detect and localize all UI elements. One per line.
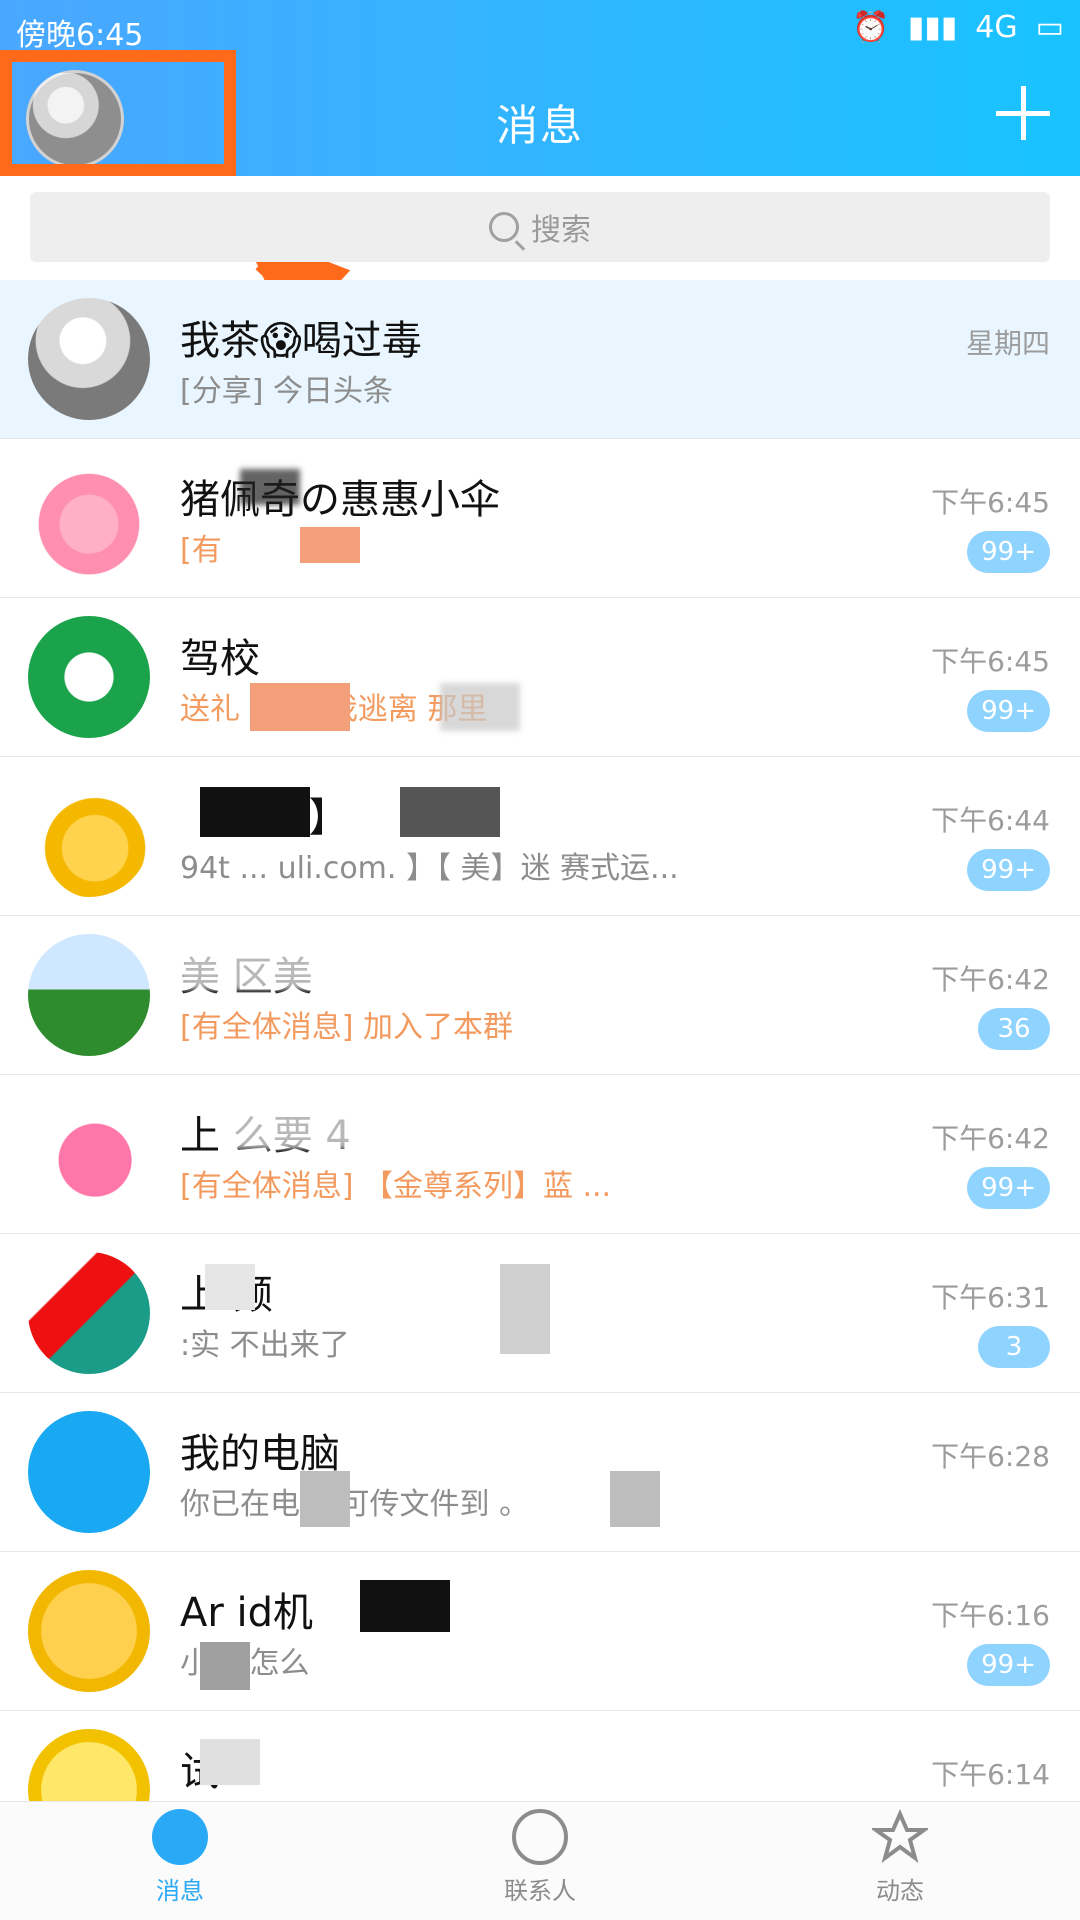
privacy-mosaic [360,1580,450,1632]
chat-time: 下午6:45 [931,645,1050,678]
chat-time: 下午6:42 [931,1122,1050,1155]
chat-name: 驾校 [180,636,260,682]
chat-row[interactable]: Ar id机 小 由怎么 下午6:16 99+ [0,1552,1080,1711]
chat-preview: 94t ... uli.com. 】【 美】迷 赛式运... [180,851,679,886]
chat-row[interactable]: 【淘 ③】 94t ... uli.com. 】【 美】迷 赛式运... 下午6… [0,757,1080,916]
privacy-mosaic [440,683,520,731]
tab-label: 动态 [876,1877,924,1905]
chat-row[interactable]: 我的电脑 你已在电 ，可传文件到 。 下午6:28 [0,1393,1080,1552]
chat-avatar [28,775,150,897]
chat-time: 星期四 [965,327,1050,360]
tab-feed[interactable]: 动态 [810,1809,990,1906]
privacy-mosaic [230,1103,430,1149]
chat-preview: :实 不出来了 [180,1328,350,1363]
unread-badge: 99+ [967,531,1050,573]
chat-avatar [28,1570,150,1692]
chat-avatar [28,934,150,1056]
search-placeholder: 搜索 [531,213,591,248]
privacy-mosaic [250,683,350,731]
status-time: 傍晚6:45 [16,18,144,53]
chat-list: 我茶😱喝过毒 [分享] 今日头条 星期四 猪佩奇の惠惠小伞 [有 下午6:45 … [0,280,1080,1870]
search-icon [489,212,519,242]
chat-avatar [28,1252,150,1374]
chat-name: 我茶😱喝过毒 [180,318,422,364]
bottom-tabbar: 消息 联系人 动态 [0,1801,1080,1920]
chat-preview: [有全体消息] 加入了本群 [180,1010,513,1045]
chat-time: 下午6:42 [931,963,1050,996]
unread-badge: 99+ [967,690,1050,732]
chat-time: 下午6:44 [931,804,1050,837]
chat-avatar [28,616,150,738]
chat-avatar [28,1411,150,1533]
chat-avatar [28,457,150,579]
chat-row[interactable]: 驾校 送礼 林:... 我逃离 那里 下午6:45 99+ [0,598,1080,757]
tab-label: 消息 [156,1877,204,1905]
privacy-mosaic [205,1264,255,1310]
search-bar[interactable]: 搜索 [30,192,1050,262]
unread-badge: 36 [978,1008,1050,1050]
unread-badge: 99+ [967,1644,1050,1686]
status-icons: ⏰ ▮▮▮ 4G ▭ [852,10,1064,45]
privacy-mosaic [400,787,500,837]
chat-row[interactable]: 我茶😱喝过毒 [分享] 今日头条 星期四 [0,280,1080,439]
avatar-highlight-box [0,50,236,176]
chat-time: 下午6:31 [931,1281,1050,1314]
chat-preview: [有全体消息] 【金尊系列】蓝 ... [180,1169,612,1204]
privacy-mosaic [500,1264,550,1354]
chat-preview: 你已在电 ，可传文件到 。 [180,1487,530,1522]
chat-time: 下午6:16 [931,1599,1050,1632]
chat-name: 猪佩奇の惠惠小伞 [180,477,500,523]
add-icon[interactable] [996,86,1050,140]
privacy-mosaic [180,944,400,990]
chat-time: 下午6:28 [931,1440,1050,1473]
privacy-mosaic [200,1739,260,1785]
chat-row[interactable]: 猪佩奇の惠惠小伞 [有 下午6:45 99+ [0,439,1080,598]
chat-avatar [28,1093,150,1215]
star-icon [869,1809,931,1865]
tab-contacts[interactable]: 联系人 [450,1809,630,1906]
privacy-mosaic [200,1642,250,1690]
privacy-mosaic [610,1471,660,1527]
status-bar: 傍晚6:45 ⏰ ▮▮▮ 4G ▭ [0,0,1080,56]
privacy-mosaic [300,527,360,563]
contacts-icon [512,1809,568,1865]
privacy-mosaic [300,1471,350,1527]
chat-name: Ar id机 [180,1590,314,1636]
chat-time: 下午6:14 [931,1758,1050,1791]
chat-row[interactable]: 上 么要 4 [有全体消息] 【金尊系列】蓝 ... 下午6:42 99+ [0,1075,1080,1234]
chat-preview: [有 [180,533,222,568]
network-text: 4G [975,10,1018,45]
chat-time: 下午6:45 [931,486,1050,519]
chat-preview: [分享] 今日头条 [180,374,393,409]
chat-row[interactable]: 上 频 :实 不出来了 下午6:31 3 [0,1234,1080,1393]
privacy-mosaic [200,787,310,837]
tab-messages[interactable]: 消息 [90,1809,270,1906]
messages-icon [152,1809,208,1865]
chat-row[interactable]: 美 区美 [有全体消息] 加入了本群 下午6:42 36 [0,916,1080,1075]
unread-badge: 99+ [967,849,1050,891]
alarm-icon: ⏰ [852,10,890,45]
chat-avatar [28,298,150,420]
privacy-mosaic [240,469,300,505]
unread-badge: 99+ [967,1167,1050,1209]
unread-badge: 3 [978,1326,1050,1368]
tab-label: 联系人 [504,1877,576,1905]
signal-icon: ▮▮▮ [907,10,958,45]
battery-icon: ▭ [1035,10,1064,45]
